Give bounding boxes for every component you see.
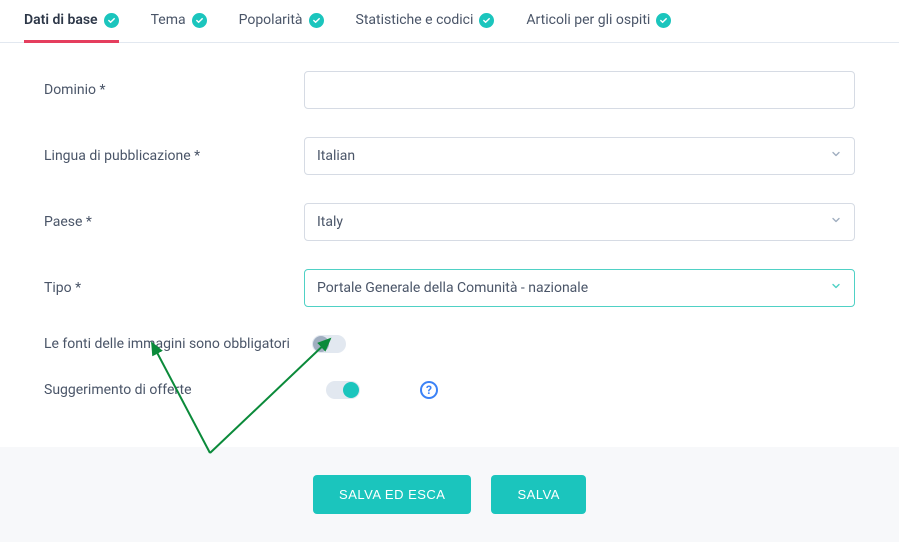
country-select[interactable]: Italy — [304, 203, 855, 241]
tab-label: Articoli per gli ospiti — [526, 12, 650, 28]
check-circle-icon — [192, 13, 207, 28]
select-value: Italy — [317, 214, 343, 230]
tab-label: Tema — [151, 12, 186, 28]
check-circle-icon — [104, 13, 119, 28]
check-circle-icon — [656, 13, 671, 28]
check-circle-icon — [479, 13, 494, 28]
select-value: Italian — [317, 148, 355, 164]
offers-label: Suggerimento di offerte — [44, 382, 304, 398]
chevron-down-icon — [830, 214, 842, 230]
tab-articoli-ospiti[interactable]: Articoli per gli ospiti — [526, 12, 671, 42]
toggle-knob — [343, 382, 359, 398]
domain-label: Dominio * — [44, 82, 304, 98]
tab-label: Popolarità — [239, 12, 303, 28]
save-exit-button[interactable]: SALVA ED ESCA — [313, 475, 471, 514]
help-icon[interactable]: ? — [420, 381, 438, 399]
toggle-knob — [313, 336, 329, 352]
tab-tema[interactable]: Tema — [151, 12, 207, 42]
image-sources-label: Le fonti delle immagini sono obbligatori — [44, 336, 290, 352]
domain-input[interactable] — [304, 71, 855, 109]
chevron-down-icon — [830, 280, 842, 296]
tab-label: Statistiche e codici — [356, 12, 474, 28]
type-label: Tipo * — [44, 280, 304, 296]
chevron-down-icon — [830, 148, 842, 164]
tab-statistiche[interactable]: Statistiche e codici — [356, 12, 495, 42]
tab-label: Dati di base — [24, 12, 98, 28]
tab-dati-di-base[interactable]: Dati di base — [24, 12, 119, 42]
form-area: Dominio * Lingua di pubblicazione * Ital… — [0, 43, 899, 447]
language-select[interactable]: Italian — [304, 137, 855, 175]
tab-popolarita[interactable]: Popolarità — [239, 12, 324, 42]
country-label: Paese * — [44, 214, 304, 230]
offers-toggle[interactable] — [326, 381, 360, 399]
image-sources-toggle[interactable] — [312, 335, 346, 353]
check-circle-icon — [309, 13, 324, 28]
footer-bar: SALVA ED ESCA SALVA — [0, 447, 899, 542]
save-button[interactable]: SALVA — [491, 475, 585, 514]
tabs-bar: Dati di base Tema Popolarità Statistiche… — [0, 0, 899, 43]
type-select[interactable]: Portale Generale della Comunità - nazion… — [304, 269, 855, 307]
select-value: Portale Generale della Comunità - nazion… — [317, 280, 588, 296]
language-label: Lingua di pubblicazione * — [44, 148, 304, 164]
